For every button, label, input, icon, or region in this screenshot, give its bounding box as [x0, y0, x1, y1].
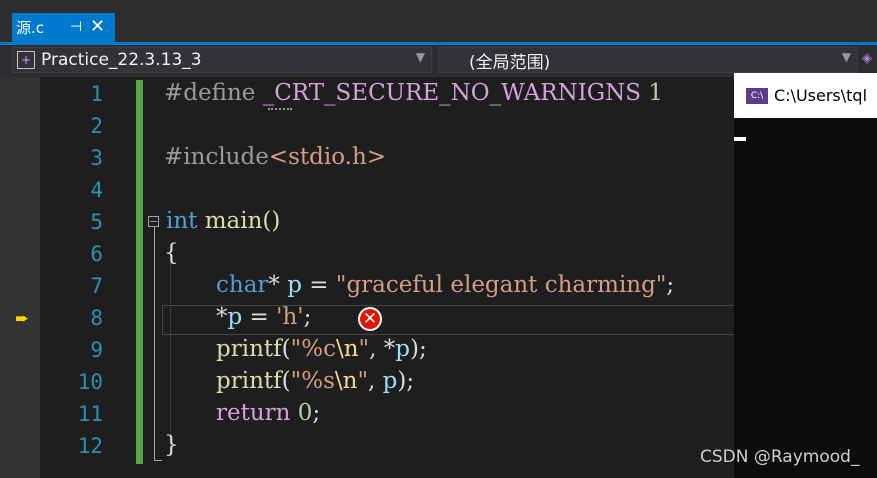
line-number: 11 — [77, 402, 103, 426]
include-header: <stdio.h> — [268, 144, 387, 170]
macro-value: 1 — [641, 80, 663, 106]
function-name: printf — [216, 368, 282, 394]
execution-arrow-icon: ➨ — [15, 309, 30, 329]
keyword: char — [216, 272, 269, 298]
tab-bar: 源.c ⊣ ✕ — [0, 0, 877, 42]
preprocessor-directive: #include — [164, 144, 269, 170]
console-cursor — [734, 137, 746, 141]
punctuation: ); — [409, 336, 427, 362]
dropdown-arrow-icon[interactable]: ▼ — [842, 50, 851, 64]
console-window[interactable]: C:\ C:\Users\tql — [734, 73, 877, 478]
punctuation: , — [368, 368, 383, 394]
line-number: 4 — [90, 178, 103, 202]
tab-source-file[interactable]: 源.c ⊣ ✕ — [12, 13, 115, 42]
string-literal: "%s — [290, 368, 335, 394]
line-number: 5 — [90, 210, 103, 234]
variable: p — [287, 272, 302, 298]
keyword: int — [166, 208, 198, 234]
punctuation: ; — [312, 400, 321, 426]
brace: } — [164, 432, 179, 458]
code-line[interactable]: { — [164, 240, 179, 266]
punctuation: ; — [666, 272, 675, 298]
scope-name: (全局范围) — [469, 52, 551, 73]
collapse-toggle-icon[interactable]: − — [148, 216, 159, 227]
line-number: 7 — [90, 274, 103, 298]
operator: * — [268, 272, 288, 298]
macro-name: _CRT_SECURE_NO_WARNIGNS — [262, 80, 642, 106]
string-literal: " — [357, 368, 369, 394]
brace: { — [164, 240, 179, 266]
line-number: 1 — [90, 82, 103, 106]
fold-region-end — [154, 460, 162, 461]
console-titlebar[interactable]: C:\ C:\Users\tql — [734, 73, 877, 118]
line-number: 6 — [90, 242, 103, 266]
code-editor[interactable]: ➨ 1 2 3 4 5 6 7 8 9 10 11 12 − #define _… — [0, 77, 735, 478]
indicator-margin[interactable]: ➨ — [0, 77, 40, 478]
preprocessor-directive: #define — [164, 80, 263, 106]
project-name: Practice_22.3.13_3 — [41, 50, 202, 70]
punctuation: ); — [397, 368, 415, 394]
error-icon[interactable]: ✕ — [358, 307, 382, 331]
variable: p — [382, 368, 398, 394]
punctuation: ; — [303, 304, 312, 330]
code-line[interactable]: } — [164, 432, 179, 458]
code-line[interactable]: #define _CRT_SECURE_NO_WARNIGNS 1 — [164, 80, 663, 106]
variable: p — [395, 336, 410, 362]
project-icon: + — [17, 51, 35, 69]
console-icon: C:\ — [746, 87, 768, 104]
line-number: 8 — [90, 306, 103, 330]
line-number: 2 — [90, 114, 103, 138]
escape-sequence: \n — [335, 336, 359, 362]
punctuation: ( — [281, 336, 291, 362]
code-line[interactable]: *p = 'h'; — [216, 304, 311, 330]
number-literal: 0 — [290, 400, 313, 426]
code-line[interactable]: printf("%s\n", p); — [216, 368, 414, 394]
change-tracking-bar — [136, 80, 143, 464]
string-literal: " — [358, 336, 370, 362]
punctuation: , * — [369, 336, 396, 362]
string-literal: "graceful elegant charming" — [335, 272, 667, 298]
operator: * — [216, 304, 228, 330]
code-line[interactable]: int main() — [166, 208, 280, 234]
operator: = — [301, 272, 336, 298]
string-literal: "%c — [290, 336, 336, 362]
indent-guide — [170, 255, 171, 450]
function-name: printf — [216, 336, 282, 362]
dropdown-arrow-icon[interactable]: ▼ — [416, 50, 425, 64]
function-name: main() — [197, 208, 281, 234]
project-dropdown[interactable]: + Practice_22.3.13_3 ▼ — [12, 47, 432, 73]
line-number: 9 — [90, 338, 103, 362]
variable: p — [227, 304, 243, 330]
line-number: 12 — [77, 434, 103, 458]
code-line[interactable]: #include<stdio.h> — [164, 144, 386, 170]
pin-icon[interactable]: ⊣ — [70, 19, 82, 35]
tab-title: 源.c — [16, 19, 45, 37]
watermark: CSDN @Raymood_ — [700, 447, 860, 467]
member-dropdown-icon[interactable]: ◈ — [862, 51, 874, 66]
code-line[interactable]: return 0; — [216, 400, 320, 426]
escape-sequence: \n — [334, 368, 358, 394]
punctuation: ( — [281, 368, 291, 394]
line-number: 3 — [90, 146, 103, 170]
keyword: return — [216, 400, 291, 426]
code-line[interactable]: char* p = "graceful elegant charming"; — [216, 272, 674, 298]
line-number: 10 — [77, 370, 103, 394]
char-literal: 'h' — [276, 304, 304, 330]
fold-region-line — [154, 227, 155, 461]
scope-dropdown[interactable]: (全局范围) ▼ — [438, 47, 858, 73]
console-title: C:\Users\tql — [774, 86, 868, 105]
close-icon[interactable]: ✕ — [90, 16, 105, 37]
operator: = — [242, 304, 277, 330]
code-line[interactable]: printf("%c\n", *p); — [216, 336, 427, 362]
